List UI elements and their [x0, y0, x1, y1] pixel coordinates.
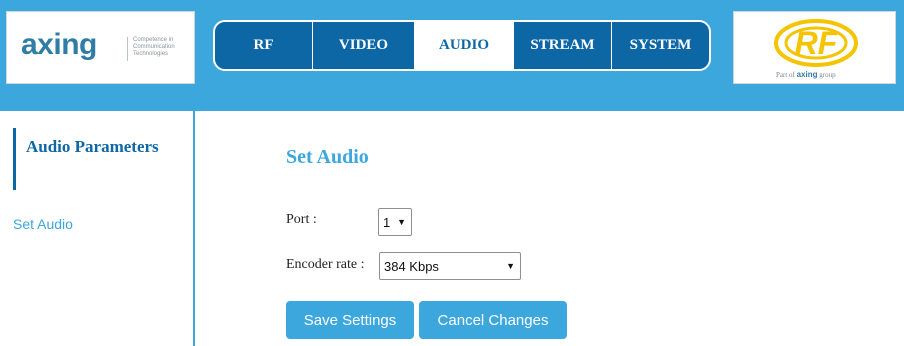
cancel-changes-button[interactable]: Cancel Changes [419, 301, 567, 339]
page-title: Set Audio [286, 146, 369, 168]
port-select-value: 1 [383, 214, 391, 230]
chevron-down-icon: ▼ [506, 261, 515, 271]
header-bar: axing Competence in Communication Techno… [0, 0, 904, 111]
sidebar: Audio Parameters Set Audio [0, 111, 195, 346]
part-of-text: Part of axing group [776, 70, 836, 79]
tab-audio[interactable]: AUDIO [415, 22, 514, 69]
sidebar-heading: Audio Parameters [13, 128, 183, 190]
save-settings-button[interactable]: Save Settings [286, 301, 414, 339]
encoder-rate-value: 384 Kbps [384, 258, 439, 274]
tab-stream[interactable]: STREAM [514, 22, 612, 69]
axing-logo[interactable]: axing Competence in Communication Techno… [6, 11, 195, 84]
logo-tagline: Competence in Communication Technologies [133, 37, 175, 57]
svg-text:RF: RF [795, 25, 839, 61]
rf-logo-mark: RF [774, 19, 858, 67]
logo-divider [127, 37, 128, 61]
rf-partner-logo: RF Part of axing group [733, 11, 896, 84]
tab-video[interactable]: VIDEO [313, 22, 415, 69]
chevron-down-icon: ▼ [397, 217, 406, 227]
sidebar-item-set-audio[interactable]: Set Audio [13, 216, 73, 232]
logo-wordmark: axing [21, 28, 97, 61]
tab-rf[interactable]: RF [215, 22, 313, 69]
tab-system[interactable]: SYSTEM [612, 22, 709, 69]
port-label: Port : [286, 212, 317, 227]
port-select[interactable]: 1 ▼ [378, 208, 412, 236]
encoder-rate-select[interactable]: 384 Kbps ▼ [379, 252, 521, 280]
main-nav: RF VIDEO AUDIO STREAM SYSTEM [213, 20, 711, 71]
encoder-rate-label: Encoder rate : [286, 257, 365, 272]
